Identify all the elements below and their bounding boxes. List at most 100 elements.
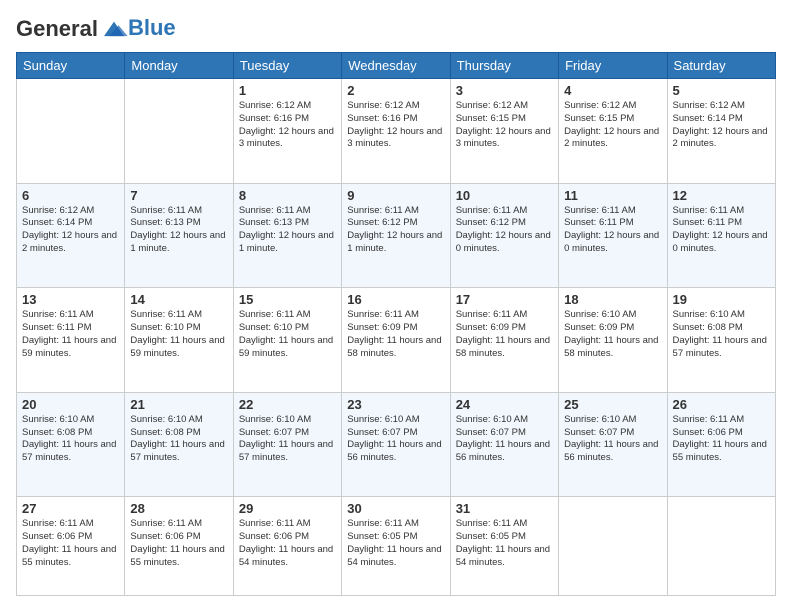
calendar-day-cell: 6 Sunrise: 6:12 AM Sunset: 6:14 PM Daylig… [17,183,125,288]
day-info: Sunrise: 6:12 AM Sunset: 6:14 PM Dayligh… [22,205,119,256]
calendar-day-cell: 27 Sunrise: 6:11 AM Sunset: 6:06 PM Dayli… [17,497,125,596]
calendar-day-cell: 23Sunrise: 6:10 AM Sunset: 6:07 PM Dayli… [342,392,450,497]
logo-blue: Blue [128,15,176,41]
day-info: Sunrise: 6:10 AM Sunset: 6:08 PM Dayligh… [22,414,119,465]
calendar-day-cell: 16 Sunrise: 6:11 AM Sunset: 6:09 PM Dayli… [342,288,450,393]
day-number: 14 [130,292,227,307]
day-info: Sunrise: 6:11 AM Sunset: 6:06 PM Dayligh… [130,518,227,569]
day-number: 20 [22,397,119,412]
day-number: 17 [456,292,553,307]
calendar-day-cell: 7 Sunrise: 6:11 AM Sunset: 6:13 PM Daylig… [125,183,233,288]
day-number: 21 [130,397,227,412]
day-info: Sunrise: 6:11 AM Sunset: 6:13 PM Dayligh… [239,205,336,256]
calendar-day-cell: 5Sunrise: 6:12 AM Sunset: 6:14 PM Daylig… [667,79,775,184]
calendar-day-cell: 12 Sunrise: 6:11 AM Sunset: 6:11 PM Dayli… [667,183,775,288]
day-info: Sunrise: 6:12 AM Sunset: 6:15 PM Dayligh… [456,100,553,151]
day-number: 7 [130,188,227,203]
day-number: 30 [347,501,444,516]
calendar-day-cell: 26 Sunrise: 6:11 AM Sunset: 6:06 PM Dayli… [667,392,775,497]
header: General Blue [16,16,776,42]
logo-icon [100,18,128,38]
calendar-header-cell: Friday [559,53,667,79]
calendar-week-row: 20 Sunrise: 6:10 AM Sunset: 6:08 PM Dayli… [17,392,776,497]
calendar-header-cell: Wednesday [342,53,450,79]
calendar-day-cell: 28 Sunrise: 6:11 AM Sunset: 6:06 PM Dayli… [125,497,233,596]
day-number: 11 [564,188,661,203]
calendar-day-cell: 22 Sunrise: 6:10 AM Sunset: 6:07 PM Dayli… [233,392,341,497]
calendar-day-cell [667,497,775,596]
calendar-day-cell: 17Sunrise: 6:11 AM Sunset: 6:09 PM Dayli… [450,288,558,393]
calendar-week-row: 6 Sunrise: 6:12 AM Sunset: 6:14 PM Daylig… [17,183,776,288]
day-info: Sunrise: 6:11 AM Sunset: 6:12 PM Dayligh… [347,205,444,256]
calendar-day-cell: 18Sunrise: 6:10 AM Sunset: 6:09 PM Dayli… [559,288,667,393]
calendar-week-row: 13 Sunrise: 6:11 AM Sunset: 6:11 PM Dayli… [17,288,776,393]
calendar-day-cell: 11 Sunrise: 6:11 AM Sunset: 6:11 PM Dayli… [559,183,667,288]
day-info: Sunrise: 6:11 AM Sunset: 6:10 PM Dayligh… [239,309,336,360]
calendar-day-cell: 29 Sunrise: 6:11 AM Sunset: 6:06 PM Dayli… [233,497,341,596]
calendar-header-cell: Saturday [667,53,775,79]
day-info: Sunrise: 6:11 AM Sunset: 6:09 PM Dayligh… [347,309,444,360]
day-info: Sunrise: 6:12 AM Sunset: 6:16 PM Dayligh… [347,100,444,151]
day-info: Sunrise: 6:11 AM Sunset: 6:06 PM Dayligh… [22,518,119,569]
calendar-week-row: 1 Sunrise: 6:12 AM Sunset: 6:16 PM Daylig… [17,79,776,184]
day-number: 15 [239,292,336,307]
calendar-day-cell: 20 Sunrise: 6:10 AM Sunset: 6:08 PM Dayli… [17,392,125,497]
calendar-day-cell: 21 Sunrise: 6:10 AM Sunset: 6:08 PM Dayli… [125,392,233,497]
calendar-day-cell: 24Sunrise: 6:10 AM Sunset: 6:07 PM Dayli… [450,392,558,497]
day-number: 27 [22,501,119,516]
day-number: 22 [239,397,336,412]
calendar-day-cell: 25 Sunrise: 6:10 AM Sunset: 6:07 PM Dayli… [559,392,667,497]
day-info: Sunrise: 6:10 AM Sunset: 6:07 PM Dayligh… [239,414,336,465]
calendar-day-cell: 14 Sunrise: 6:11 AM Sunset: 6:10 PM Dayli… [125,288,233,393]
calendar-day-cell: 1 Sunrise: 6:12 AM Sunset: 6:16 PM Daylig… [233,79,341,184]
logo: General Blue [16,16,176,42]
day-number: 3 [456,83,553,98]
day-info: Sunrise: 6:11 AM Sunset: 6:13 PM Dayligh… [130,205,227,256]
day-info: Sunrise: 6:12 AM Sunset: 6:16 PM Dayligh… [239,100,336,151]
calendar-day-cell: 4 Sunrise: 6:12 AM Sunset: 6:15 PM Daylig… [559,79,667,184]
day-info: Sunrise: 6:11 AM Sunset: 6:11 PM Dayligh… [673,205,770,256]
day-info: Sunrise: 6:11 AM Sunset: 6:05 PM Dayligh… [456,518,553,569]
day-info: Sunrise: 6:11 AM Sunset: 6:11 PM Dayligh… [22,309,119,360]
day-info: Sunrise: 6:10 AM Sunset: 6:07 PM Dayligh… [564,414,661,465]
day-number: 25 [564,397,661,412]
day-number: 13 [22,292,119,307]
calendar-day-cell [17,79,125,184]
day-number: 18 [564,292,661,307]
day-number: 26 [673,397,770,412]
day-number: 16 [347,292,444,307]
day-info: Sunrise: 6:11 AM Sunset: 6:10 PM Dayligh… [130,309,227,360]
day-info: Sunrise: 6:11 AM Sunset: 6:11 PM Dayligh… [564,205,661,256]
calendar-header-cell: Thursday [450,53,558,79]
calendar-day-cell [559,497,667,596]
calendar-day-cell: 9 Sunrise: 6:11 AM Sunset: 6:12 PM Daylig… [342,183,450,288]
day-number: 23 [347,397,444,412]
day-number: 9 [347,188,444,203]
day-info: Sunrise: 6:11 AM Sunset: 6:06 PM Dayligh… [239,518,336,569]
logo-text: General Blue [16,16,176,42]
calendar-table: SundayMondayTuesdayWednesdayThursdayFrid… [16,52,776,596]
page: General Blue SundayMondayTuesdayWednesda… [0,0,792,612]
day-info: Sunrise: 6:10 AM Sunset: 6:08 PM Dayligh… [130,414,227,465]
day-number: 28 [130,501,227,516]
day-number: 10 [456,188,553,203]
day-number: 6 [22,188,119,203]
day-number: 12 [673,188,770,203]
day-number: 1 [239,83,336,98]
calendar-day-cell: 13 Sunrise: 6:11 AM Sunset: 6:11 PM Dayli… [17,288,125,393]
day-number: 8 [239,188,336,203]
day-number: 24 [456,397,553,412]
day-number: 29 [239,501,336,516]
calendar-day-cell: 30Sunrise: 6:11 AM Sunset: 6:05 PM Dayli… [342,497,450,596]
calendar-day-cell [125,79,233,184]
day-info: Sunrise: 6:12 AM Sunset: 6:15 PM Dayligh… [564,100,661,151]
day-number: 19 [673,292,770,307]
day-info: Sunrise: 6:10 AM Sunset: 6:08 PM Dayligh… [673,309,770,360]
day-info: Sunrise: 6:11 AM Sunset: 6:06 PM Dayligh… [673,414,770,465]
calendar-header-row: SundayMondayTuesdayWednesdayThursdayFrid… [17,53,776,79]
day-number: 4 [564,83,661,98]
calendar-day-cell: 8 Sunrise: 6:11 AM Sunset: 6:13 PM Daylig… [233,183,341,288]
day-number: 31 [456,501,553,516]
calendar-day-cell: 31 Sunrise: 6:11 AM Sunset: 6:05 PM Dayli… [450,497,558,596]
logo-general: General [16,16,98,42]
